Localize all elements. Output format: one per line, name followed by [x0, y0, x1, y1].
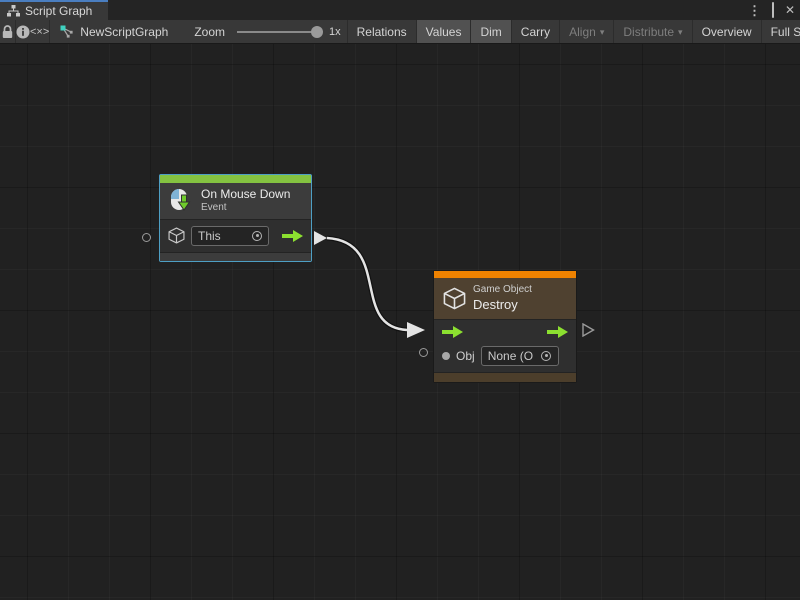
node-title: Destroy	[473, 297, 532, 313]
node-footer	[434, 372, 576, 382]
object-picker-icon[interactable]	[252, 231, 262, 241]
graph-name-label: NewScriptGraph	[80, 25, 168, 39]
window-controls: ⋮ ✕	[748, 0, 795, 20]
fullscreen-button[interactable]: Full S	[762, 20, 800, 43]
object-value-field[interactable]: None (O	[481, 346, 559, 366]
object-value: None (O	[488, 349, 533, 363]
lock-icon	[0, 24, 15, 40]
zoom-value: 1x	[329, 26, 341, 38]
target-value-field[interactable]: This	[191, 226, 269, 246]
tab-script-graph[interactable]: Script Graph	[0, 0, 108, 20]
zoom-slider-handle[interactable]	[311, 26, 323, 38]
node-category: Game Object	[473, 284, 532, 297]
node-body: This	[160, 219, 311, 252]
port-trigger-output[interactable]	[314, 231, 328, 245]
object-picker-icon[interactable]	[541, 351, 551, 361]
relations-button[interactable]: Relations	[348, 20, 416, 43]
node-header: On Mouse Down Event	[160, 183, 311, 219]
port-flow-output[interactable]	[582, 323, 596, 337]
code-preview-button[interactable]: <×>	[30, 20, 49, 43]
distribute-dropdown[interactable]: Distribute ▾	[614, 20, 691, 43]
target-value: This	[198, 229, 221, 243]
node-header: Game Object Destroy	[434, 278, 576, 319]
node-title: On Mouse Down	[201, 187, 290, 202]
node-accent-bar	[434, 271, 576, 278]
flow-arrow-icon[interactable]	[547, 326, 568, 338]
chevron-down-icon: ▾	[678, 27, 683, 38]
tab-bar: Script Graph ⋮ ✕	[0, 0, 800, 20]
port-target-input[interactable]	[142, 233, 151, 242]
node-footer	[160, 252, 311, 261]
graph-toolbar: <×> NewScriptGraph Zoom 1x Relations Val…	[0, 20, 800, 44]
value-port-dot-icon	[442, 352, 450, 360]
zoom-label: Zoom	[194, 25, 225, 39]
node-body: Obj None (O	[434, 319, 576, 372]
flow-arrow-icon[interactable]	[282, 230, 303, 242]
chevron-down-icon: ▾	[600, 27, 605, 38]
lock-button[interactable]	[0, 20, 15, 43]
node-accent-bar	[160, 175, 311, 183]
values-button[interactable]: Values	[417, 20, 471, 43]
graph-breadcrumb[interactable]: NewScriptGraph	[50, 20, 180, 43]
node-on-mouse-down[interactable]: On Mouse Down Event This	[159, 174, 312, 262]
node-subtitle: Event	[201, 202, 290, 215]
close-icon[interactable]: ✕	[785, 4, 795, 16]
port-obj-input[interactable]	[419, 348, 428, 357]
overview-button[interactable]: Overview	[693, 20, 761, 43]
zoom-slider[interactable]	[237, 31, 317, 33]
mouse-down-event-icon	[168, 187, 194, 214]
info-icon	[16, 25, 30, 39]
carry-button[interactable]: Carry	[512, 20, 559, 43]
gameobject-cube-icon	[443, 287, 466, 310]
align-dropdown[interactable]: Align ▾	[560, 20, 613, 43]
code-icon: <×>	[30, 26, 49, 38]
script-graph-asset-icon	[60, 25, 74, 39]
wire-arrowhead-icon	[407, 322, 425, 338]
connection-wire[interactable]	[0, 44, 800, 600]
script-graph-window: Script Graph ⋮ ✕ <×>	[0, 0, 800, 600]
gameobject-cube-icon	[168, 227, 185, 244]
graph-canvas[interactable]: On Mouse Down Event This	[0, 44, 800, 600]
dim-button[interactable]: Dim	[471, 20, 510, 43]
graph-hierarchy-icon	[7, 5, 20, 17]
info-button[interactable]	[16, 20, 30, 43]
param-label: Obj	[456, 349, 475, 363]
maximize-icon[interactable]	[772, 4, 774, 16]
tab-title: Script Graph	[25, 4, 92, 18]
zoom-control: Zoom 1x	[194, 20, 340, 43]
node-destroy[interactable]: Game Object Destroy	[433, 270, 577, 383]
flow-arrow-icon[interactable]	[442, 326, 463, 338]
kebab-menu-icon[interactable]: ⋮	[748, 4, 761, 17]
